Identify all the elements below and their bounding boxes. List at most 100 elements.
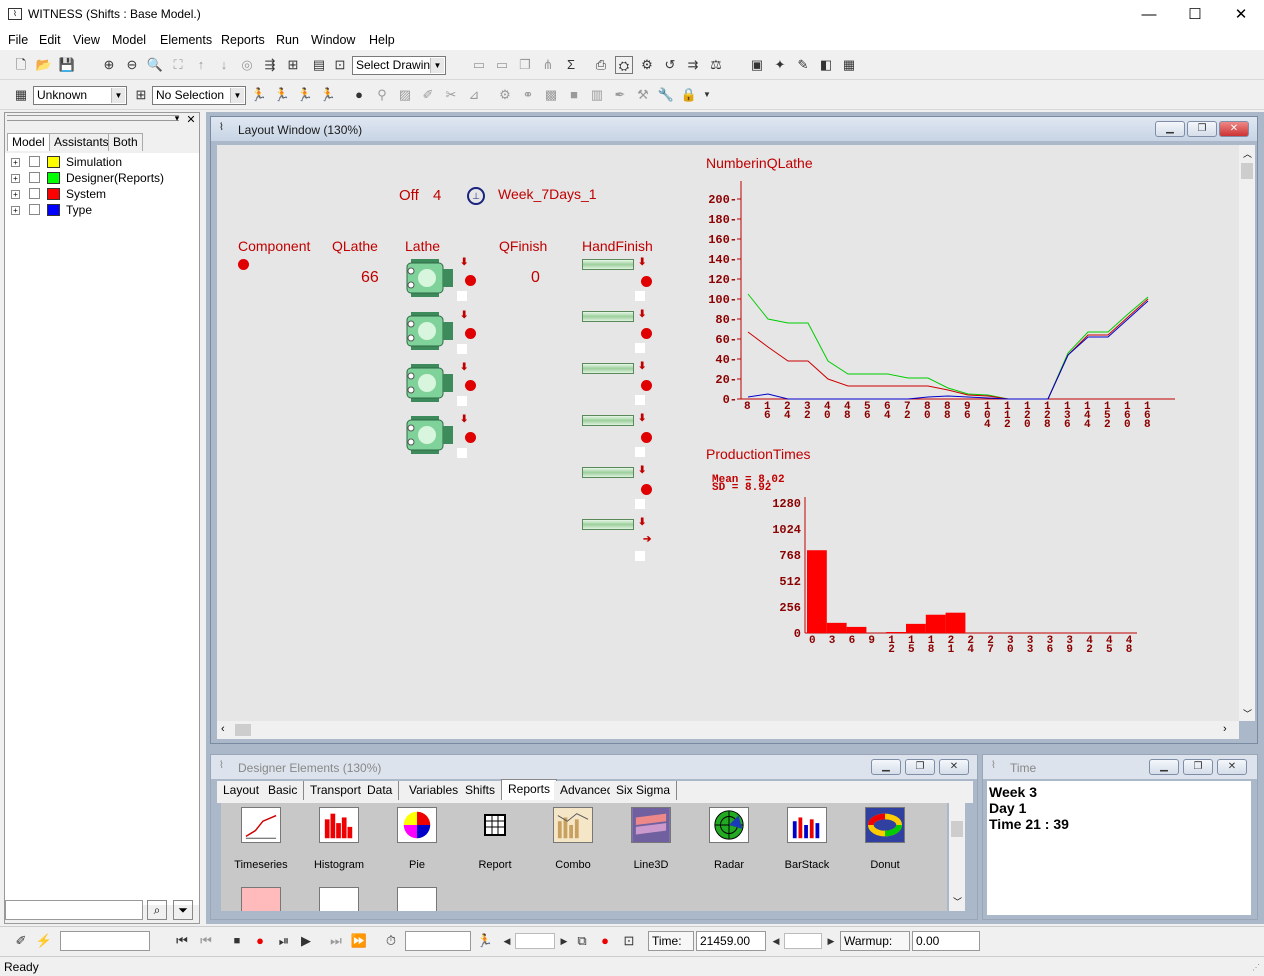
export-icon[interactable]: ▦ xyxy=(840,56,858,74)
doc2-icon[interactable]: ▭ xyxy=(493,56,511,74)
warmup-input[interactable]: 0.00 xyxy=(912,931,980,951)
tab-both[interactable]: Both xyxy=(108,133,143,151)
align-icon[interactable]: ⇶ xyxy=(261,56,279,74)
print-icon[interactable]: ⎙ xyxy=(592,56,610,74)
menu-model[interactable]: Model xyxy=(112,33,146,47)
checkbox[interactable] xyxy=(29,156,40,167)
handfinish-bench[interactable] xyxy=(582,415,634,426)
skip-end-icon[interactable]: ⏭ xyxy=(327,932,345,950)
zoom-area-icon[interactable]: ⛶ xyxy=(169,56,187,74)
menu-reports[interactable]: Reports xyxy=(221,33,265,47)
save-icon[interactable]: 💾 xyxy=(58,56,76,74)
group-icon[interactable]: ⊞ xyxy=(284,56,302,74)
horizontal-scrollbar[interactable]: ‹ › xyxy=(217,721,1239,739)
vertical-scrollbar[interactable]: ︿ ﹀ xyxy=(1239,145,1255,721)
screen-icon[interactable]: ⧉ xyxy=(573,932,591,950)
runner-speed-icon[interactable]: 🏃 xyxy=(476,932,494,950)
report-star-icon[interactable]: ✦ xyxy=(771,56,789,74)
palette-histogram[interactable]: Histogram xyxy=(299,807,379,871)
tab-six-sigma[interactable]: Six Sigma xyxy=(610,781,678,800)
filter-icon[interactable]: ⏷ xyxy=(173,900,193,920)
panel-grip[interactable] xyxy=(7,115,179,121)
menu-edit[interactable]: Edit xyxy=(39,33,61,47)
tab-basic[interactable]: Basic xyxy=(262,781,305,800)
menu-elements[interactable]: Elements xyxy=(160,33,212,47)
scroll-thumb[interactable] xyxy=(1241,163,1253,179)
selection-select[interactable]: No Selection ▼ xyxy=(152,86,246,105)
scroll-thumb[interactable] xyxy=(235,724,251,736)
component-dot[interactable] xyxy=(238,259,249,270)
minimize-button[interactable]: — xyxy=(1126,0,1172,30)
drawing-select[interactable]: Select Drawing ▼ xyxy=(352,56,446,75)
palette-combo[interactable]: Combo xyxy=(533,807,613,871)
tab-data[interactable]: Data xyxy=(361,781,400,800)
restore-button[interactable]: ❐ xyxy=(1183,759,1213,775)
camera-icon[interactable]: ◎ xyxy=(238,56,256,74)
run-until-input[interactable] xyxy=(405,931,471,951)
record-icon[interactable]: ● xyxy=(251,932,269,950)
tool-icon[interactable]: ✂ xyxy=(442,86,460,104)
tab-shifts[interactable]: Shifts xyxy=(459,781,503,800)
balance-icon[interactable]: ⚖ xyxy=(707,56,725,74)
search-input[interactable] xyxy=(5,900,143,920)
chevron-left-icon[interactable]: ‹ xyxy=(221,723,225,735)
link-icon[interactable]: ⚭ xyxy=(519,86,537,104)
chart-icon[interactable]: ⊿ xyxy=(465,86,483,104)
panel-menu-icon[interactable]: ▾ xyxy=(171,113,183,125)
arrow-down-icon[interactable]: ↓ xyxy=(215,56,233,74)
split-icon[interactable]: ⇉ xyxy=(684,56,702,74)
palette-donut[interactable]: Donut xyxy=(845,807,925,871)
route-icon[interactable]: ⛭ xyxy=(615,56,633,74)
wheel-icon[interactable]: ⚙ xyxy=(638,56,656,74)
doc-icon[interactable]: ▭ xyxy=(470,56,488,74)
runner3-icon[interactable]: 🏃 xyxy=(296,86,314,104)
menu-view[interactable]: View xyxy=(73,33,100,47)
chevron-down-icon[interactable]: ▼ xyxy=(698,86,716,104)
checkbox[interactable] xyxy=(29,172,40,183)
tab-reports[interactable]: Reports xyxy=(501,779,558,800)
zoom-out-icon[interactable]: ⊖ xyxy=(123,56,141,74)
lathe-machine-icon[interactable] xyxy=(405,259,457,297)
checkbox[interactable] xyxy=(29,204,40,215)
handfinish-bench[interactable] xyxy=(582,519,634,530)
pen-icon[interactable]: ✒ xyxy=(611,86,629,104)
palette-more-item[interactable] xyxy=(241,887,281,911)
menu-file[interactable]: File xyxy=(8,33,28,47)
time-slider[interactable] xyxy=(784,933,822,949)
wrench-icon[interactable]: 🔧 xyxy=(657,86,675,104)
chevron-right-icon[interactable]: ▶ xyxy=(822,932,840,950)
zoom-in-icon[interactable]: ⊕ xyxy=(100,56,118,74)
search-icon[interactable]: ⌕ xyxy=(147,900,167,920)
lathe-machine-icon[interactable] xyxy=(405,364,457,402)
palette-report[interactable]: Report xyxy=(455,807,535,871)
designer-scrollbar[interactable]: ﹀ xyxy=(949,803,965,911)
tab-transport[interactable]: Transport xyxy=(304,781,368,800)
lathe-machine-icon[interactable] xyxy=(405,416,457,454)
handfinish-bench[interactable] xyxy=(582,467,634,478)
close-button[interactable]: ✕ xyxy=(1218,0,1264,30)
display-icon[interactable]: ⊡ xyxy=(620,932,638,950)
page-icon[interactable]: ▤ xyxy=(310,56,328,74)
palette-more-item[interactable] xyxy=(397,887,437,911)
menu-window[interactable]: Window xyxy=(311,33,355,47)
arrow-up-icon[interactable]: ↑ xyxy=(192,56,210,74)
palette-timeseries[interactable]: Timeseries xyxy=(221,807,301,871)
close-button[interactable]: ✕ xyxy=(939,759,969,775)
lathe-machine-icon[interactable] xyxy=(405,312,457,350)
minimize-button[interactable]: ▁ xyxy=(1149,759,1179,775)
gear2-icon[interactable]: ⚙ xyxy=(496,86,514,104)
rewind-icon[interactable]: ⏮ xyxy=(173,932,191,950)
tab-layout[interactable]: Layout xyxy=(217,781,267,800)
eraser-icon[interactable]: ✐ xyxy=(419,86,437,104)
close-button[interactable]: ✕ xyxy=(1219,121,1249,137)
new-file-icon[interactable]: 🗋 xyxy=(12,56,30,74)
select-area-icon[interactable]: ⊡ xyxy=(331,56,349,74)
globe-icon[interactable]: ● xyxy=(350,86,368,104)
play-icon[interactable]: ▶ xyxy=(297,932,315,950)
book-icon[interactable]: ▣ xyxy=(748,56,766,74)
report-icon[interactable]: ✎ xyxy=(794,56,812,74)
scroll-thumb[interactable] xyxy=(951,821,963,837)
loop-icon[interactable]: ↺ xyxy=(661,56,679,74)
layout-canvas[interactable]: Off 4 ⊥ Week_7Days_1 Component QLathe La… xyxy=(217,145,1239,721)
tab-variables[interactable]: Variables xyxy=(403,781,466,800)
